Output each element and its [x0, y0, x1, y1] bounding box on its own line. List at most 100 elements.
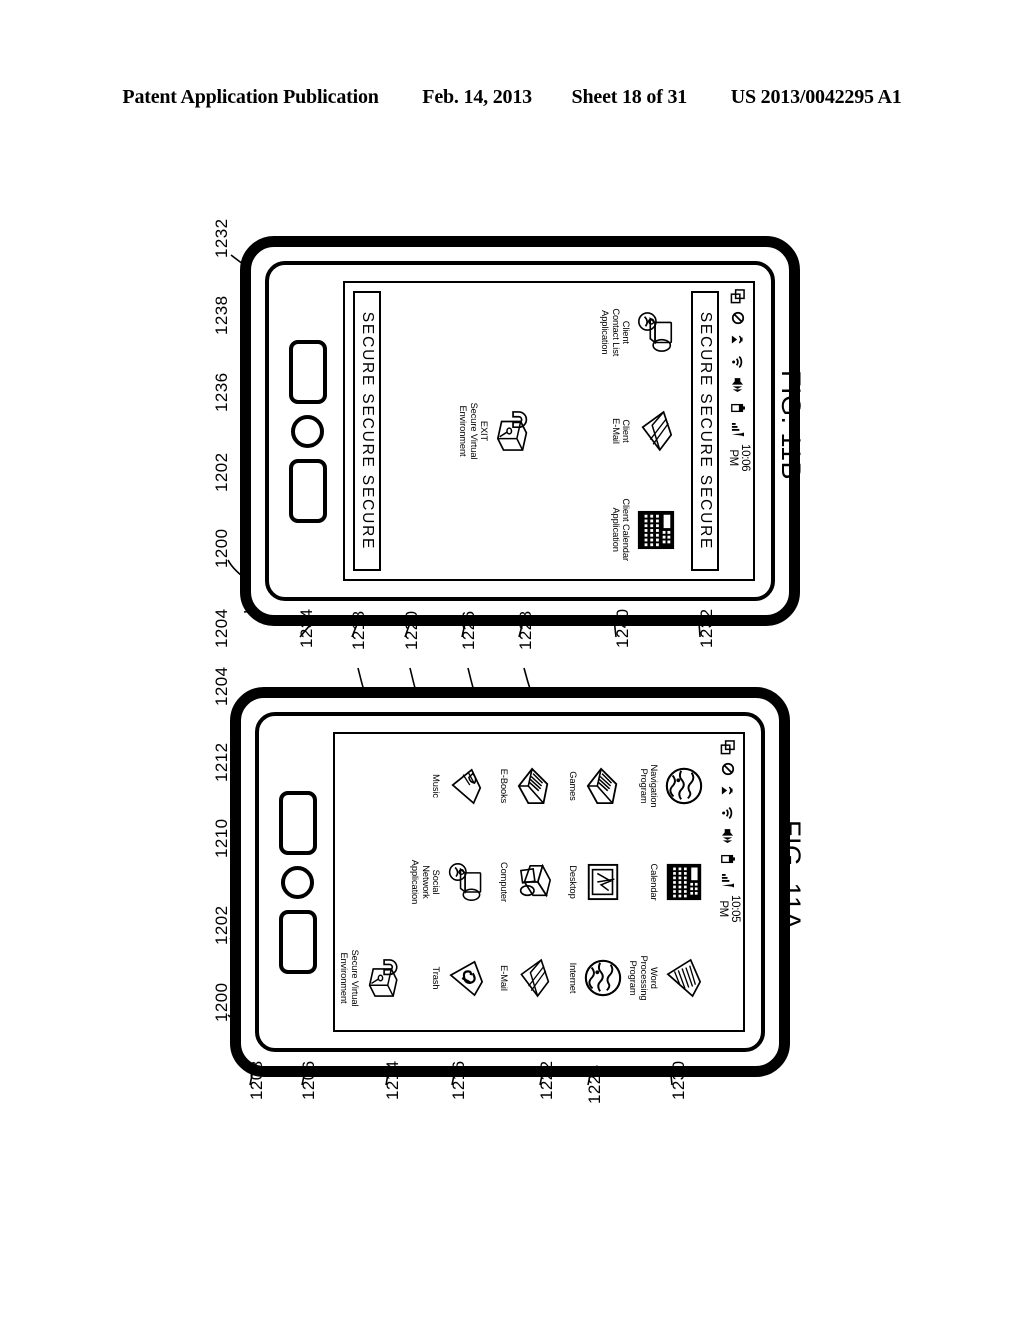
speaker-icon[interactable] [722, 828, 735, 845]
ref-numeral-1204-a: 1204 [212, 666, 231, 706]
app-label: Desktop [567, 865, 578, 899]
app-label: Secure Virtual Environment [339, 949, 360, 1007]
app-label: Client Contact List Application [600, 308, 631, 357]
no-entry-icon[interactable] [721, 762, 735, 776]
screen-11b: 10:06 PM SECURE SECURE SECURE Client Con… [343, 281, 755, 581]
book-icon [511, 765, 557, 807]
app-social-network-application[interactable]: Social Network Application [410, 834, 491, 930]
ref-numeral-1210: 1210 [212, 818, 231, 858]
app-label: Client Calendar Application [610, 498, 631, 561]
app-client-contact-list[interactable]: Client Contact List Application [539, 283, 681, 382]
hardware-button-left-11a[interactable] [279, 790, 317, 855]
ref-numeral-1200-b: 1200 [212, 528, 231, 568]
app-music[interactable]: Music [410, 738, 491, 834]
envelope-icon [511, 956, 557, 1000]
app-word-processing-program[interactable]: Word Processing Program [628, 930, 709, 1026]
contacts-icon [443, 860, 489, 904]
app-label: Client E-Mail [610, 418, 631, 444]
app-label: Calendar [649, 863, 659, 901]
signal-bars-icon[interactable] [722, 873, 735, 888]
header-spacer-1 [383, 86, 417, 109]
app-internet[interactable]: Internet [559, 930, 627, 1026]
status-clock-11a: 10:05 PM [717, 895, 741, 923]
leader-lines [227, 254, 701, 1086]
app-secure-virtual-environment[interactable]: Secure Virtual Environment [339, 930, 410, 1026]
hardware-buttons-11a [273, 716, 323, 1048]
ref-numeral-1234: 1234 [297, 608, 316, 648]
hardware-button-right-11b[interactable] [289, 458, 327, 523]
home-button-11b[interactable] [291, 414, 325, 448]
app-e-books[interactable]: E-Books [491, 738, 559, 834]
figure-caption-11a: FIG. 11A [776, 820, 806, 931]
boxes-icon [511, 861, 557, 903]
ref-numeral-1218: 1218 [349, 610, 368, 650]
padlock-icon [491, 408, 537, 454]
app-exit-secure-virtual-environment[interactable]: EXIT Secure Virtual Environment [397, 382, 539, 481]
secure-banner-top-11b: SECURE SECURE SECURE [691, 291, 719, 571]
app-e-mail[interactable]: E-Mail [491, 930, 559, 1026]
device-body-11a: 10:05 PM Navigation Program Calendar Wor… [230, 687, 790, 1077]
app-client-calendar[interactable]: Client Calendar Application [539, 480, 681, 579]
figure-caption-11b: FIG. 11B [776, 370, 806, 481]
signal-alt-icon[interactable] [721, 783, 735, 798]
app-label: Games [567, 771, 578, 801]
ref-numeral-1226: 1226 [459, 610, 478, 650]
app-navigation-program[interactable]: Navigation Program [628, 738, 709, 834]
contacts-icon [633, 309, 679, 355]
home-button-11a[interactable] [281, 865, 315, 899]
screen-rotation-icon[interactable] [731, 289, 746, 304]
ref-numeral-1240: 1240 [613, 608, 632, 648]
secure-banner-bottom-11b: SECURE SECURE SECURE [353, 291, 381, 571]
pages-icon [443, 765, 489, 807]
ref-numeral-1222: 1222 [537, 1060, 556, 1100]
ref-numeral-1230: 1230 [669, 1060, 688, 1100]
device-11a: 10:05 PM Navigation Program Calendar Wor… [230, 687, 790, 1077]
header-sheet: Sheet 18 of 31 [571, 86, 688, 108]
ref-numeral-1202-b: 1202 [212, 452, 231, 492]
app-label: Social Network Application [410, 859, 442, 905]
app-label: Music [431, 774, 442, 798]
app-client-email[interactable]: Client E-Mail [539, 382, 681, 481]
trash-icon [443, 957, 489, 999]
book-icon [580, 765, 626, 807]
hardware-button-right-11a[interactable] [279, 909, 317, 974]
globe-icon [580, 958, 626, 998]
hardware-button-left-11b[interactable] [289, 339, 327, 404]
screen-rotation-icon[interactable] [721, 740, 736, 755]
battery-icon[interactable] [730, 401, 746, 415]
no-entry-icon[interactable] [731, 311, 745, 325]
app-trash[interactable]: Trash [410, 930, 491, 1026]
app-label: Trash [431, 966, 442, 990]
app-computer[interactable]: Computer [491, 834, 559, 930]
battery-icon[interactable] [720, 852, 736, 866]
ref-numeral-1214: 1214 [383, 1060, 402, 1100]
app-calendar[interactable]: Calendar [628, 834, 709, 930]
envelope-icon [633, 408, 679, 454]
ref-numeral-1232-b: 1232 [697, 608, 716, 648]
app-label: Computer [499, 861, 510, 903]
speaker-icon[interactable] [732, 377, 745, 394]
window-icon [580, 862, 626, 902]
device-body-11b: 10:06 PM SECURE SECURE SECURE Client Con… [240, 236, 800, 626]
hardware-buttons-11b [283, 265, 333, 597]
page-header: Patent Application Publication Feb. 14, … [0, 86, 1024, 109]
wifi-icon[interactable] [731, 354, 745, 370]
device-11b: 10:06 PM SECURE SECURE SECURE Client Con… [240, 236, 800, 626]
signal-alt-icon[interactable] [731, 332, 745, 347]
app-label: E-Books [499, 768, 510, 804]
ref-numeral-1228: 1228 [516, 610, 535, 650]
padlock-icon [362, 956, 408, 1000]
signal-bars-icon[interactable] [732, 422, 745, 437]
ref-numeral-1232: 1232 [212, 218, 231, 258]
app-games[interactable]: Games [559, 738, 627, 834]
calendar-icon [633, 509, 679, 551]
ref-numeral-1220: 1220 [402, 610, 421, 650]
wifi-icon[interactable] [721, 805, 735, 821]
status-bar-11a: 10:05 PM [713, 734, 743, 1030]
ref-numeral-1202-a: 1202 [212, 905, 231, 945]
ref-numeral-1212: 1212 [212, 742, 231, 782]
header-spacer-2 [537, 86, 567, 109]
app-desktop[interactable]: Desktop [559, 834, 627, 930]
ref-numeral-1200-a: 1200 [212, 982, 231, 1022]
app-label: Navigation Program [638, 764, 659, 808]
